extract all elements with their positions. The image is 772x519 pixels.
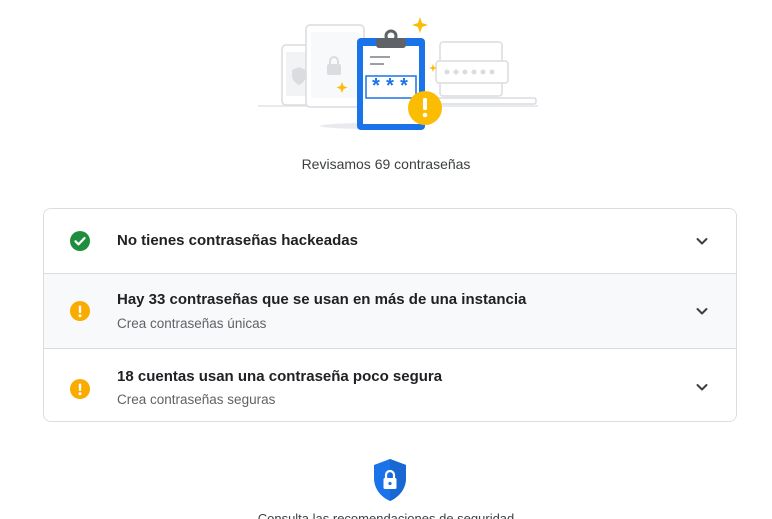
check-row-title: Hay 33 contraseñas que se usan en más de… bbox=[117, 291, 527, 308]
security-shield-icon[interactable] bbox=[372, 458, 408, 502]
check-row-subtitle: Crea contraseñas únicas bbox=[117, 316, 267, 331]
check-row-subtitle: Crea contraseñas seguras bbox=[117, 392, 276, 407]
chevron-down-icon[interactable] bbox=[694, 233, 710, 249]
check-row-reused[interactable]: Hay 33 contraseñas que se usan en más de… bbox=[44, 274, 736, 349]
password-mask-text: *** bbox=[370, 77, 412, 100]
check-row-title: No tienes contraseñas hackeadas bbox=[117, 232, 358, 249]
check-row-weak[interactable]: 18 cuentas usan una contraseña poco segu… bbox=[44, 349, 736, 421]
clipboard-password-illustration: *** bbox=[250, 12, 550, 142]
check-circle-icon bbox=[70, 231, 90, 251]
chevron-down-icon[interactable] bbox=[694, 303, 710, 319]
security-recommendations-link[interactable]: Consulta las recomendaciones de segurida… bbox=[0, 511, 772, 519]
check-row-compromised[interactable]: No tienes contraseñas hackeadas bbox=[44, 209, 736, 274]
password-checkup-page: *** Revisamos 69 contraseñas No tienes c… bbox=[0, 0, 772, 519]
chevron-down-icon[interactable] bbox=[694, 379, 710, 395]
warning-circle-icon bbox=[70, 301, 90, 321]
checkup-results-card: No tienes contraseñas hackeadas Hay 33 c… bbox=[43, 208, 737, 422]
check-row-title: 18 cuentas usan una contraseña poco segu… bbox=[117, 368, 443, 385]
checkup-summary: Revisamos 69 contraseñas bbox=[301, 156, 471, 172]
warning-circle-icon bbox=[70, 379, 90, 399]
